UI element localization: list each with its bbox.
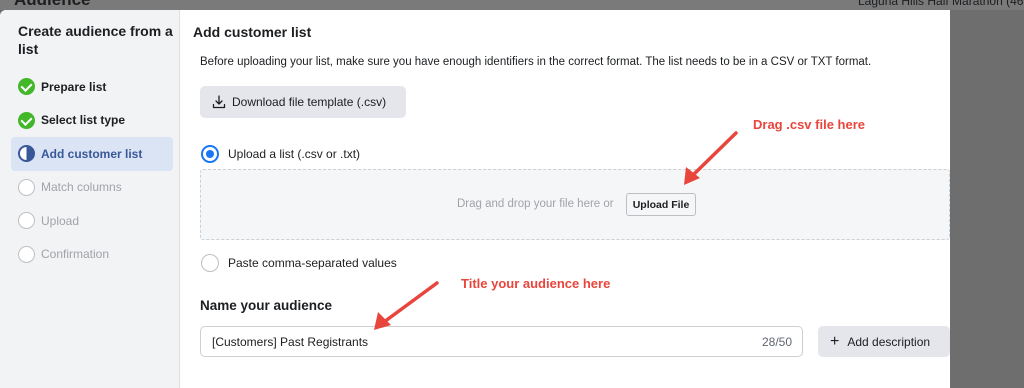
- arrow-to-name-input: [374, 281, 439, 330]
- annotation-arrows: [374, 131, 738, 330]
- arrow-to-dropzone: [684, 131, 738, 185]
